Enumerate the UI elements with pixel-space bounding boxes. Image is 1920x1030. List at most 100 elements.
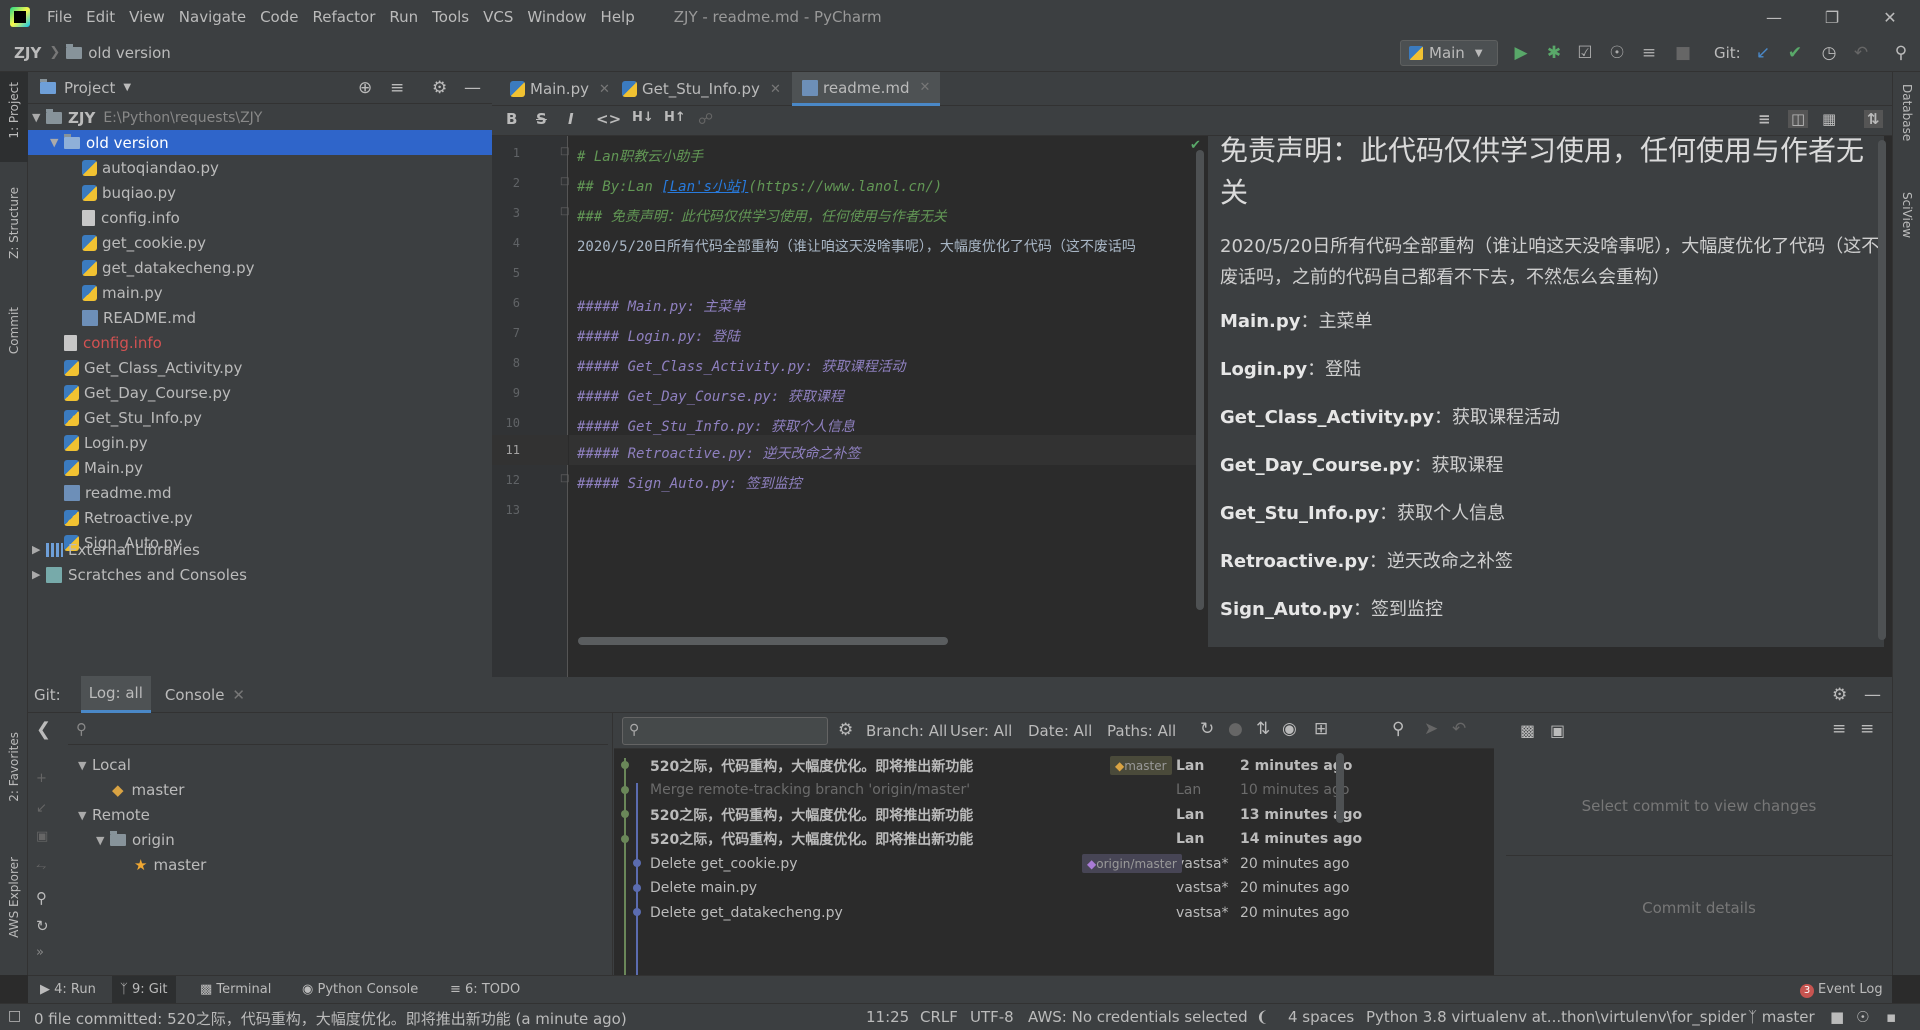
intellisort-icon[interactable]: ⇅ — [1256, 719, 1270, 739]
new-branch-icon[interactable]: + — [36, 771, 47, 786]
locate-icon[interactable]: ⊕ — [358, 78, 372, 98]
tree-item[interactable]: Get_Stu_Info.py — [28, 405, 492, 430]
collapse-all-icon[interactable]: ≡ — [1860, 719, 1874, 739]
event-log-button[interactable]: 3 Event Log — [1800, 982, 1883, 998]
menu-view[interactable]: View — [122, 8, 172, 26]
gear-icon[interactable]: ⚙ — [432, 78, 447, 98]
tree-item[interactable]: README.md — [28, 305, 492, 330]
tab-main-py[interactable]: Main.py ✕ — [500, 72, 620, 106]
branch-remote-origin[interactable]: ▼ origin — [96, 828, 175, 852]
tree-item[interactable]: get_cookie.py — [28, 230, 492, 255]
expand-arrow-icon[interactable]: ▼ — [32, 111, 46, 124]
expand-arrow-icon[interactable]: ▼ — [96, 834, 110, 847]
eye-icon[interactable]: ◉ — [1282, 719, 1297, 739]
revert-icon[interactable]: ↶ — [1452, 719, 1466, 739]
line-separator[interactable]: CRLF — [920, 1008, 958, 1026]
git-branch-widget[interactable]: ᛉ master — [1748, 1008, 1815, 1026]
tree-item[interactable]: ▼ old version — [28, 130, 492, 155]
project-panel-title[interactable]: Project — [64, 79, 115, 97]
commit-row[interactable]: 520之际，代码重构，大幅度优化。即将推出新功能 Lan 13 minutes ag… — [614, 802, 1494, 827]
tree-root[interactable]: ▼ ZJY E:\Python\requests\ZJY — [28, 105, 492, 130]
close-window-icon[interactable]: ✕ — [1860, 0, 1920, 34]
tree-scratches[interactable]: ▶ Scratches and Consoles — [28, 562, 492, 587]
menu-help[interactable]: Help — [594, 8, 642, 26]
editor-vertical-scrollbar[interactable] — [1196, 150, 1204, 610]
cherry-pick-icon[interactable]: ● — [1228, 719, 1243, 739]
aws-explorer-tool-button[interactable]: AWS Explorer — [7, 857, 21, 938]
power-save-icon[interactable]: ☉ — [1856, 1008, 1869, 1026]
expand-arrow-icon[interactable]: ▼ — [50, 136, 64, 149]
branch-search-field[interactable]: ⚲ — [68, 715, 608, 745]
bold-icon[interactable]: B — [506, 110, 517, 128]
editor-horizontal-scrollbar[interactable] — [578, 637, 948, 645]
search-icon[interactable]: ⚲ — [1392, 719, 1404, 739]
coverage-icon[interactable]: ☑ — [1574, 42, 1596, 64]
stop-icon[interactable]: ■ — [1672, 42, 1694, 64]
search-everywhere-icon[interactable]: ⚲ — [1890, 42, 1912, 64]
tree-item[interactable]: get_datakecheng.py — [28, 255, 492, 280]
merge-icon[interactable]: ⥊ — [36, 859, 46, 874]
menu-file[interactable]: File — [40, 8, 79, 26]
link-icon[interactable]: ☍ — [698, 110, 713, 128]
close-tab-icon[interactable]: ✕ — [599, 82, 610, 97]
commit-row[interactable]: Delete get_datakecheng.py vastsa* 20 minut… — [614, 900, 1494, 925]
breadcrumb-folder[interactable]: old version — [88, 44, 171, 62]
commit-row[interactable]: Delete get_cookie.py vastsa* 20 minutes ag… — [614, 851, 1494, 876]
tab-get-stu-info-py[interactable]: Get_Stu_Info.py ✕ — [612, 72, 791, 106]
tab-readme-md[interactable]: readme.md ✕ — [792, 72, 941, 106]
refresh-icon[interactable]: ↻ — [1200, 719, 1214, 739]
italic-icon[interactable]: I — [568, 110, 574, 128]
memory-icon[interactable]: ▪ — [1886, 1008, 1896, 1026]
paths-filter[interactable]: Paths: All — [1107, 722, 1176, 740]
commit-row[interactable]: 520之际，代码重构，大幅度优化。即将推出新功能 Lan 14 minutes ag… — [614, 827, 1494, 852]
tree-item[interactable]: buqiao.py — [28, 180, 492, 205]
restore-icon[interactable]: ❐ — [1802, 0, 1862, 34]
git-commit-icon[interactable]: ✔ — [1784, 42, 1806, 64]
commit-tool-button[interactable]: Commit — [7, 307, 21, 354]
tree-item[interactable]: config.info — [28, 330, 492, 355]
back-icon[interactable]: ❮ — [36, 719, 51, 740]
header-decrease-icon[interactable]: H↓ — [632, 110, 654, 125]
menu-refactor[interactable]: Refactor — [305, 8, 382, 26]
menu-edit[interactable]: Edit — [79, 8, 122, 26]
tree-item[interactable]: readme.md — [28, 480, 492, 505]
run-tool-button[interactable]: ▶ 4: Run — [40, 982, 96, 997]
sync-scroll-icon[interactable]: ⇅ — [1864, 110, 1883, 128]
menu-code[interactable]: Code — [253, 8, 305, 26]
gear-icon[interactable]: ⚙ — [1832, 685, 1847, 705]
tree-external-libraries[interactable]: ▶ External Libraries — [28, 537, 492, 562]
menu-window[interactable]: Window — [520, 8, 593, 26]
preview-diff-icon[interactable]: ▣ — [1550, 721, 1565, 740]
gear-icon[interactable]: ⚙ — [838, 720, 853, 740]
status-message[interactable]: 0 file committed: 520之际，代码重构，大幅度优化。即将推出新… — [34, 1008, 627, 1029]
branch-filter[interactable]: Branch: All — [866, 722, 947, 740]
breadcrumb-root[interactable]: ZJY — [14, 44, 41, 62]
favorites-tool-button[interactable]: 2: Favorites — [7, 732, 21, 802]
minimize-icon[interactable]: — — [1744, 0, 1804, 34]
python-interpreter[interactable]: Python 3.8 virtualenv at...thon\virtulen… — [1366, 1008, 1746, 1026]
delete-branch-icon[interactable]: ▣ — [36, 829, 48, 844]
commit-row[interactable]: Merge remote-tracking branch 'origin/mas… — [614, 778, 1494, 803]
preview-scrollbar[interactable] — [1878, 140, 1886, 640]
project-tool-button[interactable]: 1: Project — [7, 82, 21, 139]
preview-only-icon[interactable]: ▦ — [1822, 110, 1836, 128]
git-update-icon[interactable]: ↙ — [1752, 42, 1774, 64]
update-branch-icon[interactable]: ↙ — [36, 801, 47, 816]
new-tab-icon[interactable]: ⊞ — [1314, 719, 1328, 739]
date-filter[interactable]: Date: All — [1028, 722, 1092, 740]
caret-position[interactable]: 11:25 — [866, 1008, 909, 1026]
editor-and-preview-icon[interactable]: ◫ — [1788, 110, 1809, 128]
lock-icon[interactable]: ■ — [1830, 1008, 1844, 1026]
git-tool-button[interactable]: ᛉ 9: Git — [112, 976, 176, 1003]
commit-row[interactable]: Delete main.py vastsa* 20 minutes ago — [614, 876, 1494, 901]
aws-credentials[interactable]: AWS: No credentials selected — [1028, 1008, 1248, 1026]
tree-item[interactable]: main.py — [28, 280, 492, 305]
tab-git-console[interactable]: Console — [165, 686, 225, 704]
branch-local-master[interactable]: ◆ master — [112, 778, 184, 802]
rollback-icon[interactable]: ↶ — [1850, 42, 1872, 64]
close-tab-icon[interactable]: ✕ — [920, 80, 931, 95]
refresh-icon[interactable]: ↻ — [36, 917, 49, 935]
history-icon[interactable]: ◷ — [1818, 42, 1840, 64]
menu-vcs[interactable]: VCS — [476, 8, 520, 26]
expand-arrow-icon[interactable]: ▶ — [32, 568, 46, 581]
